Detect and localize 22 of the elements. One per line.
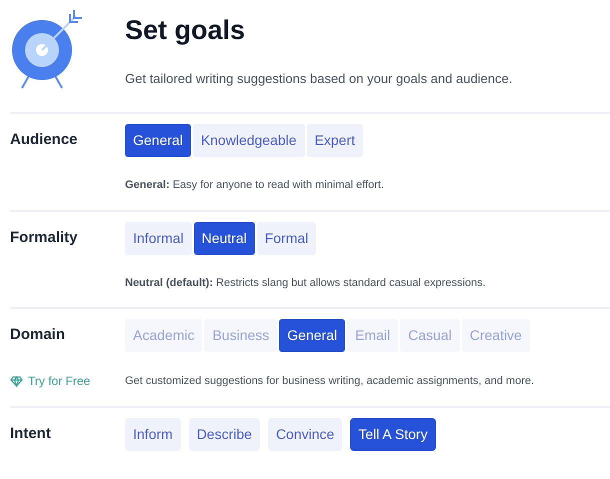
option-button[interactable]: Expert <box>306 124 364 157</box>
page-title: Set goals <box>125 14 246 47</box>
option-button[interactable]: Neutral <box>194 222 255 254</box>
section-label: Audience <box>10 130 79 150</box>
option-button[interactable]: Inform <box>125 418 181 451</box>
option-button[interactable]: Convince <box>268 418 342 451</box>
option-button[interactable]: Informal <box>125 222 192 254</box>
option-button[interactable]: Describe <box>188 418 260 451</box>
option-description: General: Easy for anyone to read with minimal effort. <box>125 178 384 193</box>
option-button[interactable]: Formal <box>256 222 316 254</box>
option-button[interactable]: Tell A Story <box>350 418 436 451</box>
option-description: Get customized suggestions for business writing, academic assignments, and more. <box>125 374 534 389</box>
subtitle: Get tailored writing suggestions based on your goals and audience. <box>125 70 512 88</box>
try-for-free-link[interactable]: Try for Free <box>10 372 90 390</box>
option-button[interactable]: General <box>279 319 346 352</box>
section-label: Intent <box>10 424 52 444</box>
option-button[interactable]: General <box>125 124 191 157</box>
option-button[interactable]: Knowledgeable <box>192 124 305 157</box>
diamond-icon <box>10 376 23 386</box>
option-description: Neutral (default): Restricts slang but allows standard casual expressions. <box>125 276 486 290</box>
section-label: Domain <box>10 325 66 346</box>
section-label: Formality <box>10 228 79 248</box>
